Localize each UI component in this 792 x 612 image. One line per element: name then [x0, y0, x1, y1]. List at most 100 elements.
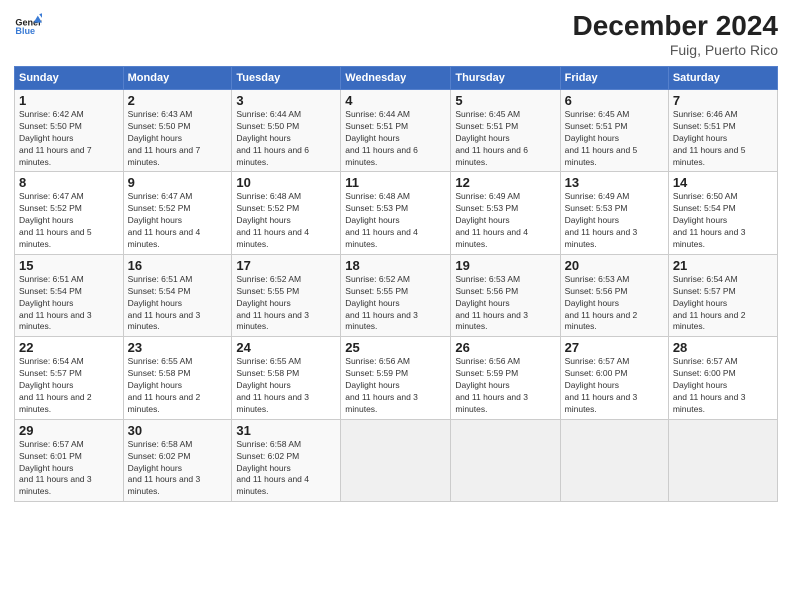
day-info: Sunrise: 6:48 AM Sunset: 5:53 PM Dayligh…: [345, 191, 446, 250]
day-number: 28: [673, 340, 773, 355]
table-row: 27 Sunrise: 6:57 AM Sunset: 6:00 PM Dayl…: [560, 337, 668, 419]
day-info: Sunrise: 6:53 AM Sunset: 5:56 PM Dayligh…: [565, 274, 664, 333]
day-info: Sunrise: 6:46 AM Sunset: 5:51 PM Dayligh…: [673, 109, 773, 168]
day-info: Sunrise: 6:48 AM Sunset: 5:52 PM Dayligh…: [236, 191, 336, 250]
day-info: Sunrise: 6:50 AM Sunset: 5:54 PM Dayligh…: [673, 191, 773, 250]
location-subtitle: Fuig, Puerto Rico: [573, 42, 778, 58]
day-number: 30: [128, 423, 228, 438]
day-info: Sunrise: 6:52 AM Sunset: 5:55 PM Dayligh…: [345, 274, 446, 333]
col-tuesday: Tuesday: [232, 67, 341, 90]
day-info: Sunrise: 6:54 AM Sunset: 5:57 PM Dayligh…: [19, 356, 119, 415]
day-info: Sunrise: 6:53 AM Sunset: 5:56 PM Dayligh…: [455, 274, 555, 333]
calendar-week-row: 15 Sunrise: 6:51 AM Sunset: 5:54 PM Dayl…: [15, 254, 778, 336]
col-friday: Friday: [560, 67, 668, 90]
table-row: 21 Sunrise: 6:54 AM Sunset: 5:57 PM Dayl…: [668, 254, 777, 336]
calendar-table: Sunday Monday Tuesday Wednesday Thursday…: [14, 66, 778, 502]
day-info: Sunrise: 6:57 AM Sunset: 6:01 PM Dayligh…: [19, 439, 119, 498]
logo: General Blue: [14, 10, 42, 38]
day-number: 15: [19, 258, 119, 273]
day-number: 2: [128, 93, 228, 108]
month-title: December 2024: [573, 10, 778, 42]
day-number: 21: [673, 258, 773, 273]
day-number: 11: [345, 175, 446, 190]
calendar-week-row: 29 Sunrise: 6:57 AM Sunset: 6:01 PM Dayl…: [15, 419, 778, 501]
table-row: 13 Sunrise: 6:49 AM Sunset: 5:53 PM Dayl…: [560, 172, 668, 254]
svg-text:Blue: Blue: [15, 26, 35, 36]
table-row: 2 Sunrise: 6:43 AM Sunset: 5:50 PM Dayli…: [123, 90, 232, 172]
day-number: 8: [19, 175, 119, 190]
day-number: 24: [236, 340, 336, 355]
day-info: Sunrise: 6:42 AM Sunset: 5:50 PM Dayligh…: [19, 109, 119, 168]
day-info: Sunrise: 6:58 AM Sunset: 6:02 PM Dayligh…: [128, 439, 228, 498]
day-number: 16: [128, 258, 228, 273]
col-thursday: Thursday: [451, 67, 560, 90]
day-info: Sunrise: 6:44 AM Sunset: 5:50 PM Dayligh…: [236, 109, 336, 168]
table-row: 12 Sunrise: 6:49 AM Sunset: 5:53 PM Dayl…: [451, 172, 560, 254]
table-row: 6 Sunrise: 6:45 AM Sunset: 5:51 PM Dayli…: [560, 90, 668, 172]
table-row: [341, 419, 451, 501]
table-row: 30 Sunrise: 6:58 AM Sunset: 6:02 PM Dayl…: [123, 419, 232, 501]
calendar-week-row: 1 Sunrise: 6:42 AM Sunset: 5:50 PM Dayli…: [15, 90, 778, 172]
table-row: 20 Sunrise: 6:53 AM Sunset: 5:56 PM Dayl…: [560, 254, 668, 336]
day-info: Sunrise: 6:56 AM Sunset: 5:59 PM Dayligh…: [455, 356, 555, 415]
day-number: 5: [455, 93, 555, 108]
table-row: 17 Sunrise: 6:52 AM Sunset: 5:55 PM Dayl…: [232, 254, 341, 336]
day-number: 1: [19, 93, 119, 108]
table-row: 8 Sunrise: 6:47 AM Sunset: 5:52 PM Dayli…: [15, 172, 124, 254]
day-number: 26: [455, 340, 555, 355]
page: General Blue December 2024 Fuig, Puerto …: [0, 0, 792, 612]
table-row: 31 Sunrise: 6:58 AM Sunset: 6:02 PM Dayl…: [232, 419, 341, 501]
table-row: [668, 419, 777, 501]
day-info: Sunrise: 6:51 AM Sunset: 5:54 PM Dayligh…: [128, 274, 228, 333]
day-number: 10: [236, 175, 336, 190]
day-info: Sunrise: 6:45 AM Sunset: 5:51 PM Dayligh…: [455, 109, 555, 168]
table-row: 10 Sunrise: 6:48 AM Sunset: 5:52 PM Dayl…: [232, 172, 341, 254]
day-info: Sunrise: 6:45 AM Sunset: 5:51 PM Dayligh…: [565, 109, 664, 168]
header: General Blue December 2024 Fuig, Puerto …: [14, 10, 778, 58]
day-info: Sunrise: 6:47 AM Sunset: 5:52 PM Dayligh…: [19, 191, 119, 250]
general-blue-logo-icon: General Blue: [14, 10, 42, 38]
day-number: 20: [565, 258, 664, 273]
day-info: Sunrise: 6:57 AM Sunset: 6:00 PM Dayligh…: [673, 356, 773, 415]
col-sunday: Sunday: [15, 67, 124, 90]
table-row: 26 Sunrise: 6:56 AM Sunset: 5:59 PM Dayl…: [451, 337, 560, 419]
table-row: [451, 419, 560, 501]
col-wednesday: Wednesday: [341, 67, 451, 90]
table-row: 9 Sunrise: 6:47 AM Sunset: 5:52 PM Dayli…: [123, 172, 232, 254]
day-info: Sunrise: 6:44 AM Sunset: 5:51 PM Dayligh…: [345, 109, 446, 168]
table-row: 4 Sunrise: 6:44 AM Sunset: 5:51 PM Dayli…: [341, 90, 451, 172]
calendar-week-row: 22 Sunrise: 6:54 AM Sunset: 5:57 PM Dayl…: [15, 337, 778, 419]
day-info: Sunrise: 6:57 AM Sunset: 6:00 PM Dayligh…: [565, 356, 664, 415]
table-row: 5 Sunrise: 6:45 AM Sunset: 5:51 PM Dayli…: [451, 90, 560, 172]
day-number: 6: [565, 93, 664, 108]
table-row: 28 Sunrise: 6:57 AM Sunset: 6:00 PM Dayl…: [668, 337, 777, 419]
table-row: 7 Sunrise: 6:46 AM Sunset: 5:51 PM Dayli…: [668, 90, 777, 172]
day-info: Sunrise: 6:54 AM Sunset: 5:57 PM Dayligh…: [673, 274, 773, 333]
day-info: Sunrise: 6:58 AM Sunset: 6:02 PM Dayligh…: [236, 439, 336, 498]
table-row: [560, 419, 668, 501]
day-number: 18: [345, 258, 446, 273]
table-row: 3 Sunrise: 6:44 AM Sunset: 5:50 PM Dayli…: [232, 90, 341, 172]
day-info: Sunrise: 6:49 AM Sunset: 5:53 PM Dayligh…: [565, 191, 664, 250]
title-block: December 2024 Fuig, Puerto Rico: [573, 10, 778, 58]
day-info: Sunrise: 6:55 AM Sunset: 5:58 PM Dayligh…: [128, 356, 228, 415]
table-row: 1 Sunrise: 6:42 AM Sunset: 5:50 PM Dayli…: [15, 90, 124, 172]
day-info: Sunrise: 6:51 AM Sunset: 5:54 PM Dayligh…: [19, 274, 119, 333]
day-number: 9: [128, 175, 228, 190]
table-row: 18 Sunrise: 6:52 AM Sunset: 5:55 PM Dayl…: [341, 254, 451, 336]
day-number: 17: [236, 258, 336, 273]
day-info: Sunrise: 6:49 AM Sunset: 5:53 PM Dayligh…: [455, 191, 555, 250]
day-number: 4: [345, 93, 446, 108]
table-row: 19 Sunrise: 6:53 AM Sunset: 5:56 PM Dayl…: [451, 254, 560, 336]
day-info: Sunrise: 6:47 AM Sunset: 5:52 PM Dayligh…: [128, 191, 228, 250]
day-number: 23: [128, 340, 228, 355]
table-row: 24 Sunrise: 6:55 AM Sunset: 5:58 PM Dayl…: [232, 337, 341, 419]
day-number: 25: [345, 340, 446, 355]
day-number: 22: [19, 340, 119, 355]
col-monday: Monday: [123, 67, 232, 90]
day-number: 31: [236, 423, 336, 438]
table-row: 16 Sunrise: 6:51 AM Sunset: 5:54 PM Dayl…: [123, 254, 232, 336]
table-row: 14 Sunrise: 6:50 AM Sunset: 5:54 PM Dayl…: [668, 172, 777, 254]
table-row: 25 Sunrise: 6:56 AM Sunset: 5:59 PM Dayl…: [341, 337, 451, 419]
header-row: Sunday Monday Tuesday Wednesday Thursday…: [15, 67, 778, 90]
